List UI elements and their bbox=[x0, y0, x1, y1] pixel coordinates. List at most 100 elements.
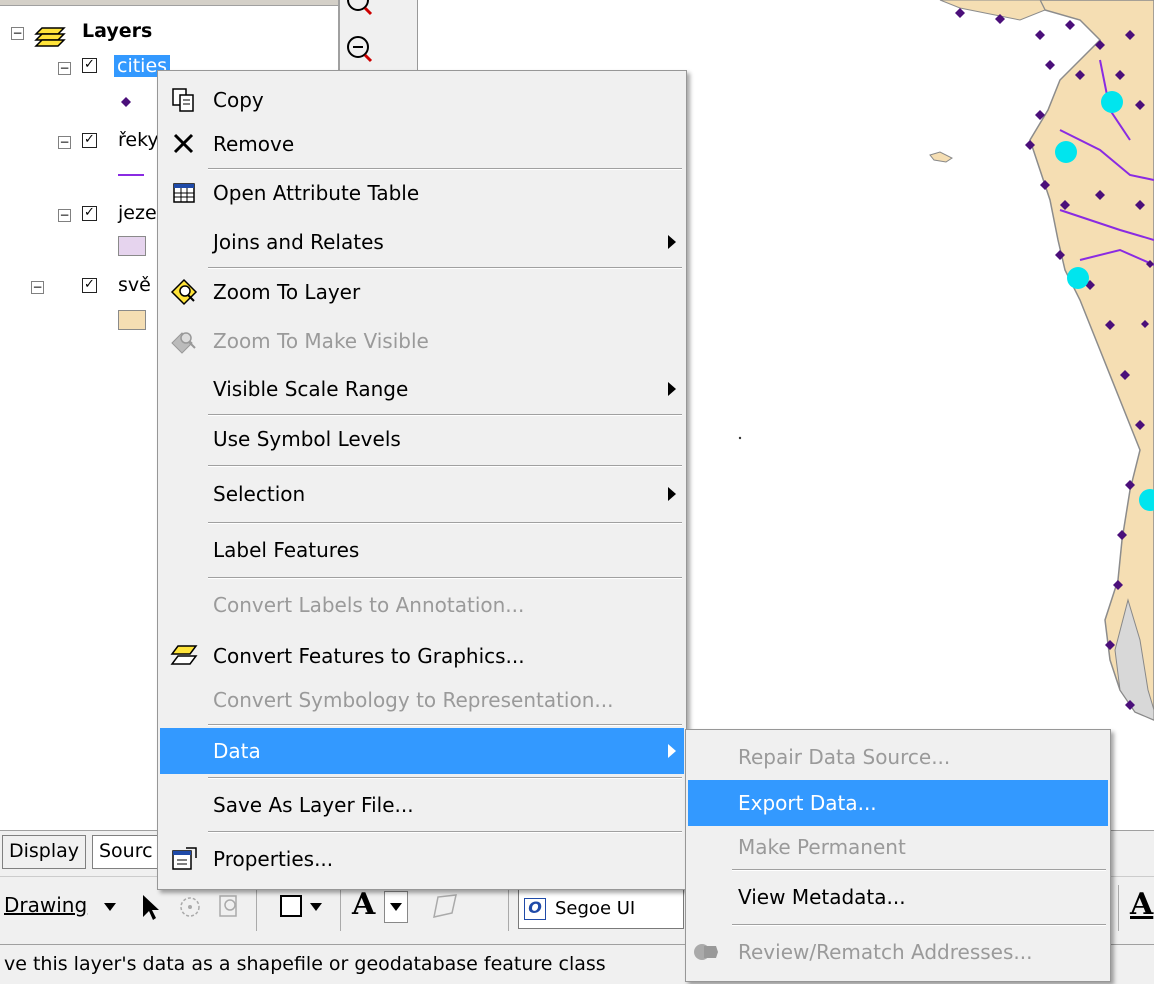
menu-item-convert-labels-to-annotation: Convert Labels to Annotation... bbox=[160, 582, 684, 628]
menu-item-label: Zoom To Make Visible bbox=[213, 329, 429, 353]
menu-item-selection[interactable]: Selection bbox=[160, 471, 684, 517]
menu-separator bbox=[208, 577, 682, 579]
layer-name-reky[interactable]: řeky bbox=[118, 129, 159, 151]
chevron-down-icon[interactable] bbox=[310, 903, 322, 911]
toolbar-separator bbox=[508, 885, 509, 931]
menu-item-open-attribute-table[interactable]: Open Attribute Table bbox=[160, 170, 684, 216]
menu-item-data[interactable]: Data bbox=[160, 728, 684, 774]
toolbar-separator bbox=[1118, 885, 1119, 931]
menu-item-label: Convert Features to Graphics... bbox=[213, 644, 525, 668]
zoom-visible-icon bbox=[171, 332, 196, 354]
layer-visibility-checkbox[interactable]: ✓ bbox=[82, 58, 97, 73]
menu-item-visible-scale-range[interactable]: Visible Scale Range bbox=[160, 366, 684, 412]
menu-item-label: Data bbox=[213, 739, 261, 763]
data-submenu: Repair Data Source... Export Data... Mak… bbox=[685, 729, 1111, 982]
submenu-arrow-icon bbox=[668, 382, 676, 396]
font-name-value: Segoe UI bbox=[555, 898, 636, 919]
menu-item-label: Repair Data Source... bbox=[738, 745, 951, 769]
menu-item-convert-symbology-to-representation: Convert Symbology to Representation... bbox=[160, 677, 684, 723]
menu-item-label: View Metadata... bbox=[738, 885, 906, 909]
font-color-icon[interactable]: A bbox=[1130, 887, 1153, 922]
menu-item-use-symbol-levels[interactable]: Use Symbol Levels bbox=[160, 416, 684, 462]
zoom-in-icon[interactable] bbox=[340, 0, 380, 18]
menu-item-label: Zoom To Layer bbox=[213, 280, 361, 304]
menu-item-label: Remove bbox=[213, 132, 295, 156]
menu-item-label: Copy bbox=[213, 88, 264, 112]
copy-icon bbox=[172, 88, 194, 112]
menu-item-label: Joins and Relates bbox=[213, 230, 384, 254]
submenu-item-make-permanent: Make Permanent bbox=[688, 824, 1108, 870]
menu-item-label: Review/Rematch Addresses... bbox=[738, 940, 1033, 964]
drawing-menu-button[interactable]: Drawing bbox=[4, 893, 87, 917]
layer-name-svet[interactable]: svě bbox=[118, 274, 151, 296]
menu-item-zoom-to-layer[interactable]: Zoom To Layer bbox=[160, 269, 684, 315]
submenu-item-view-metadata[interactable]: View Metadata... bbox=[688, 874, 1108, 920]
rotate-icon[interactable] bbox=[178, 895, 202, 919]
line-symbol bbox=[118, 174, 144, 176]
collapse-layer-toggle[interactable]: − bbox=[31, 281, 44, 294]
opentype-font-icon: O bbox=[524, 898, 546, 920]
zoom-whole-page-icon[interactable] bbox=[216, 893, 242, 921]
chevron-down-icon[interactable] bbox=[104, 903, 116, 911]
remove-x-icon bbox=[173, 133, 194, 154]
submenu-arrow-icon bbox=[668, 487, 676, 501]
menu-separator bbox=[208, 831, 682, 833]
convert-graphics-icon bbox=[170, 645, 198, 665]
menu-separator bbox=[208, 777, 682, 779]
menu-separator bbox=[208, 522, 682, 524]
submenu-arrow-icon bbox=[668, 744, 676, 758]
menu-separator bbox=[208, 724, 682, 726]
layer-visibility-checkbox[interactable]: ✓ bbox=[82, 206, 97, 221]
polygon-symbol bbox=[118, 236, 146, 256]
menu-separator bbox=[732, 924, 1106, 926]
menu-item-zoom-to-make-visible: Zoom To Make Visible bbox=[160, 318, 684, 364]
font-name-combobox[interactable]: O Segoe UI bbox=[518, 889, 684, 929]
layer-visibility-checkbox[interactable]: ✓ bbox=[82, 133, 97, 148]
submenu-item-repair-data-source: Repair Data Source... bbox=[688, 734, 1108, 780]
toc-top-border bbox=[0, 0, 338, 6]
toolbar-separator bbox=[340, 885, 341, 931]
rectangle-tool-icon[interactable] bbox=[280, 895, 302, 917]
layer-name-jezera[interactable]: jeze bbox=[118, 202, 157, 224]
tab-display[interactable]: Display bbox=[2, 835, 87, 869]
table-icon bbox=[173, 183, 195, 203]
collapse-layer-toggle[interactable]: − bbox=[58, 62, 71, 75]
menu-item-save-as-layer-file[interactable]: Save As Layer File... bbox=[160, 782, 684, 828]
menu-item-label: Label Features bbox=[213, 538, 360, 562]
menu-item-label: Convert Labels to Annotation... bbox=[213, 593, 525, 617]
layers-root-label[interactable]: Layers bbox=[82, 20, 152, 42]
menu-item-copy[interactable]: Copy bbox=[160, 77, 684, 123]
menu-item-label: Export Data... bbox=[738, 791, 877, 815]
layers-stack-icon bbox=[34, 27, 66, 47]
point-symbol-icon bbox=[121, 97, 131, 107]
menu-item-remove[interactable]: Remove bbox=[160, 121, 684, 167]
menu-item-label: Make Permanent bbox=[738, 835, 906, 859]
menu-separator bbox=[208, 465, 682, 467]
map-tools-column bbox=[340, 0, 418, 72]
menu-item-label: Visible Scale Range bbox=[213, 377, 409, 401]
submenu-arrow-icon bbox=[668, 235, 676, 249]
text-tool-icon[interactable]: A bbox=[352, 887, 375, 922]
menu-item-label-features[interactable]: Label Features bbox=[160, 527, 684, 573]
layer-visibility-checkbox[interactable]: ✓ bbox=[82, 278, 97, 293]
menu-item-label: Open Attribute Table bbox=[213, 181, 420, 205]
select-arrow-icon[interactable] bbox=[140, 893, 162, 923]
collapse-layer-toggle[interactable]: − bbox=[58, 209, 71, 222]
menu-item-properties[interactable]: Properties... bbox=[160, 836, 684, 882]
tab-source[interactable]: Sourc bbox=[92, 835, 160, 869]
collapse-layers-toggle[interactable]: − bbox=[11, 27, 24, 40]
submenu-item-export-data[interactable]: Export Data... bbox=[688, 780, 1108, 826]
land-polygon bbox=[1029, 0, 1154, 721]
menu-item-label: Convert Symbology to Representation... bbox=[213, 688, 614, 712]
menu-item-joins-and-relates[interactable]: Joins and Relates bbox=[160, 219, 684, 265]
layer-context-menu: Copy Remove Open Attribute Table Joins a… bbox=[157, 70, 687, 890]
edit-vertices-icon[interactable] bbox=[430, 891, 460, 923]
geocode-icon bbox=[694, 944, 718, 960]
menu-item-convert-features-to-graphics[interactable]: Convert Features to Graphics... bbox=[160, 633, 684, 679]
properties-icon bbox=[172, 847, 197, 870]
menu-item-label: Selection bbox=[213, 482, 306, 506]
menu-item-label: Use Symbol Levels bbox=[213, 427, 401, 451]
zoom-to-layer-icon bbox=[170, 278, 198, 306]
collapse-layer-toggle[interactable]: − bbox=[58, 136, 71, 149]
zoom-out-icon[interactable] bbox=[340, 34, 380, 68]
